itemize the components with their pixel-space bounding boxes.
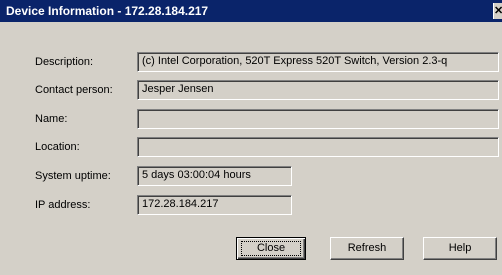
device-information-dialog: Device Information - 172.28.184.217 ✕ De… [0,0,502,275]
contact-person-field[interactable]: Jesper Jensen [137,80,499,100]
title-bar: Device Information - 172.28.184.217 ✕ [0,0,502,22]
system-uptime-field[interactable]: 5 days 03:00:04 hours [137,166,292,186]
location-label: Location: [35,141,80,153]
description-field[interactable]: (c) Intel Corporation, 520T Express 520T… [137,52,499,72]
window-title: Device Information - 172.28.184.217 [6,4,209,18]
location-field[interactable] [137,137,499,157]
description-label: Description: [35,56,94,68]
name-field[interactable] [137,109,499,129]
help-button[interactable]: Help [423,237,497,260]
contact-person-label: Contact person: [35,84,113,96]
close-button-label: Close [256,242,286,254]
system-uptime-label: System uptime: [35,170,111,182]
ip-address-label: IP address: [35,199,91,211]
ip-address-field[interactable]: 172.28.184.217 [137,195,292,215]
close-icon[interactable]: ✕ [493,3,502,19]
name-label: Name: [35,113,68,125]
close-button[interactable]: Close [236,237,306,260]
refresh-button[interactable]: Refresh [330,237,404,260]
